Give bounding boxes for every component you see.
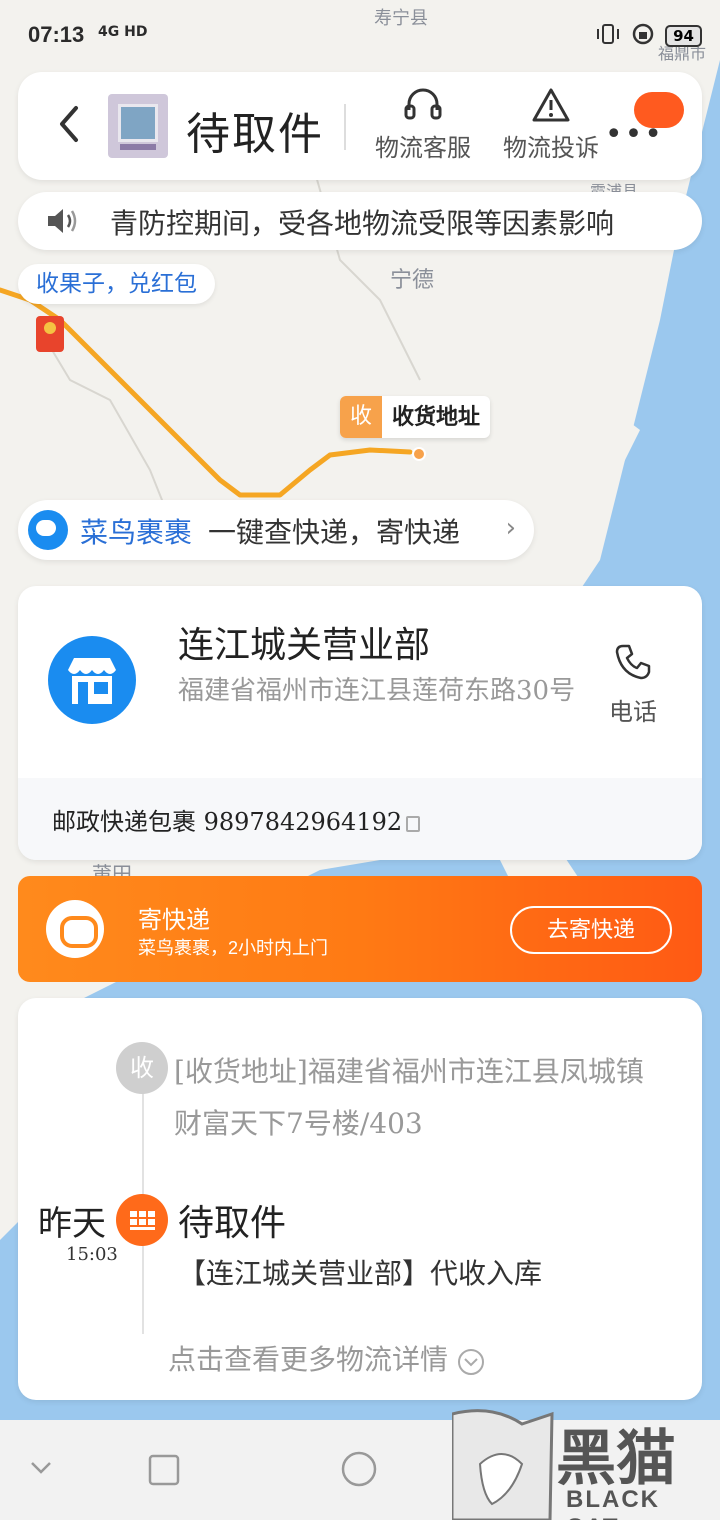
send-express-banner[interactable]: 寄快递 菜鸟裹裹，2小时内上门 去寄快递 [18,876,702,982]
chevron-down-circle-icon [457,1348,484,1375]
send-express-title: 寄快递 [138,907,210,934]
map-label: 宁德 [390,268,435,293]
locker-icon [116,1194,168,1246]
receive-address-marker[interactable]: 收 收货地址 [340,396,491,438]
logistics-complaint-button[interactable]: 物流投诉 [496,86,606,163]
event-description: 【连江城关营业部】代收入库 [178,1257,543,1290]
logistics-timeline: 收 [收货地址]福建省福州市连江县凤城镇 财富天下7号楼/403 昨天 15:0… [18,998,702,1400]
tracking-row: 邮政快递包裹 9897842964192 [18,778,702,860]
chevron-down-icon [31,1462,51,1474]
tracking-number[interactable]: 邮政快递包裹 9897842964192 [52,802,421,837]
logistics-complaint-label: 物流投诉 [503,134,599,162]
more-details-link[interactable]: 点击查看更多物流详情 [168,1338,485,1378]
network-indicator: 4G HD [98,24,148,40]
nav-recents-button[interactable] [148,1454,180,1490]
nav-home-button[interactable] [340,1450,378,1492]
receive-address: [收货地址]福建省福州市连江县凤城镇 财富天下7号楼/403 [174,1055,644,1140]
header-divider [344,104,346,150]
speaker-icon [44,205,80,241]
headset-icon [404,88,442,120]
tracking-text: 邮政快递包裹 9897842964192 [52,808,403,836]
back-button[interactable] [54,102,84,146]
status-bar: 07:13 4G HD 94 [0,0,720,72]
station-address: 福建省福州市连江县莲荷东路30号 [178,676,576,706]
pickup-station-card: 连江城关营业部 福建省福州市连江县莲荷东路30号 电话 邮政快递包裹 98978… [18,586,702,860]
marker-tag: 收 [340,396,382,438]
copy-icon[interactable] [406,815,421,832]
phone-button[interactable]: 电话 [598,642,668,727]
red-envelope-icon[interactable] [36,316,64,352]
package-thumbnail[interactable] [108,94,168,158]
logistics-service-label: 物流客服 [375,134,471,162]
event-day: 昨天 [38,1204,106,1244]
receive-node: 收 [116,1042,168,1094]
store-icon [48,636,136,724]
chevron-left-icon [60,106,78,142]
header-card: 待取件 物流客服 物流投诉 ••• [18,72,702,180]
watermark-subtext: BLACK CAT [566,1486,660,1520]
circle-icon [341,1451,377,1487]
send-express-subtitle: 菜鸟裹裹，2小时内上门 [138,938,329,958]
watermark-text: 黑猫 [556,1425,676,1492]
nav-back-button[interactable] [28,1454,54,1484]
more-dots-icon: ••• [604,117,664,152]
more-menu-button[interactable]: ••• [605,82,694,150]
notice-bar[interactable]: 青防控期间，受各地物流受限等因素影响 [18,192,702,250]
go-send-button[interactable]: 去寄快递 [510,906,672,954]
phone-label: 电话 [609,698,657,726]
cainiao-promo[interactable]: 菜鸟裹裹 一键查快递，寄快递 › [18,500,534,560]
alarm-icon [631,22,655,50]
logistics-service-button[interactable]: 物流客服 [368,86,478,163]
location-pin-icon [412,447,426,461]
cainiao-brand: 菜鸟裹裹 [80,516,193,549]
cainiao-slogan: 一键查快递，寄快递 [208,516,461,549]
more-details-text: 点击查看更多物流详情 [168,1343,449,1376]
marker-label: 收货地址 [392,404,481,430]
notice-text: 青防控期间，受各地物流受限等因素影响 [110,207,615,240]
event-time: 15:03 [66,1244,118,1265]
status-right: 94 [595,22,702,50]
chevron-right-icon: › [505,513,516,543]
station-name: 连江城关营业部 [178,625,431,666]
status-time: 07:13 [28,22,85,47]
phone-icon [615,644,651,680]
red-packet-pill[interactable]: 收果子，兑红包 [18,264,215,304]
page-title: 待取件 [186,109,324,160]
square-icon [148,1454,180,1486]
vibrate-icon [595,22,621,50]
warning-icon [532,88,570,122]
cainiao-mascot-icon [46,900,104,958]
battery-indicator: 94 [665,25,702,47]
cainiao-logo-icon [28,510,68,550]
event-status: 待取件 [178,1203,287,1244]
